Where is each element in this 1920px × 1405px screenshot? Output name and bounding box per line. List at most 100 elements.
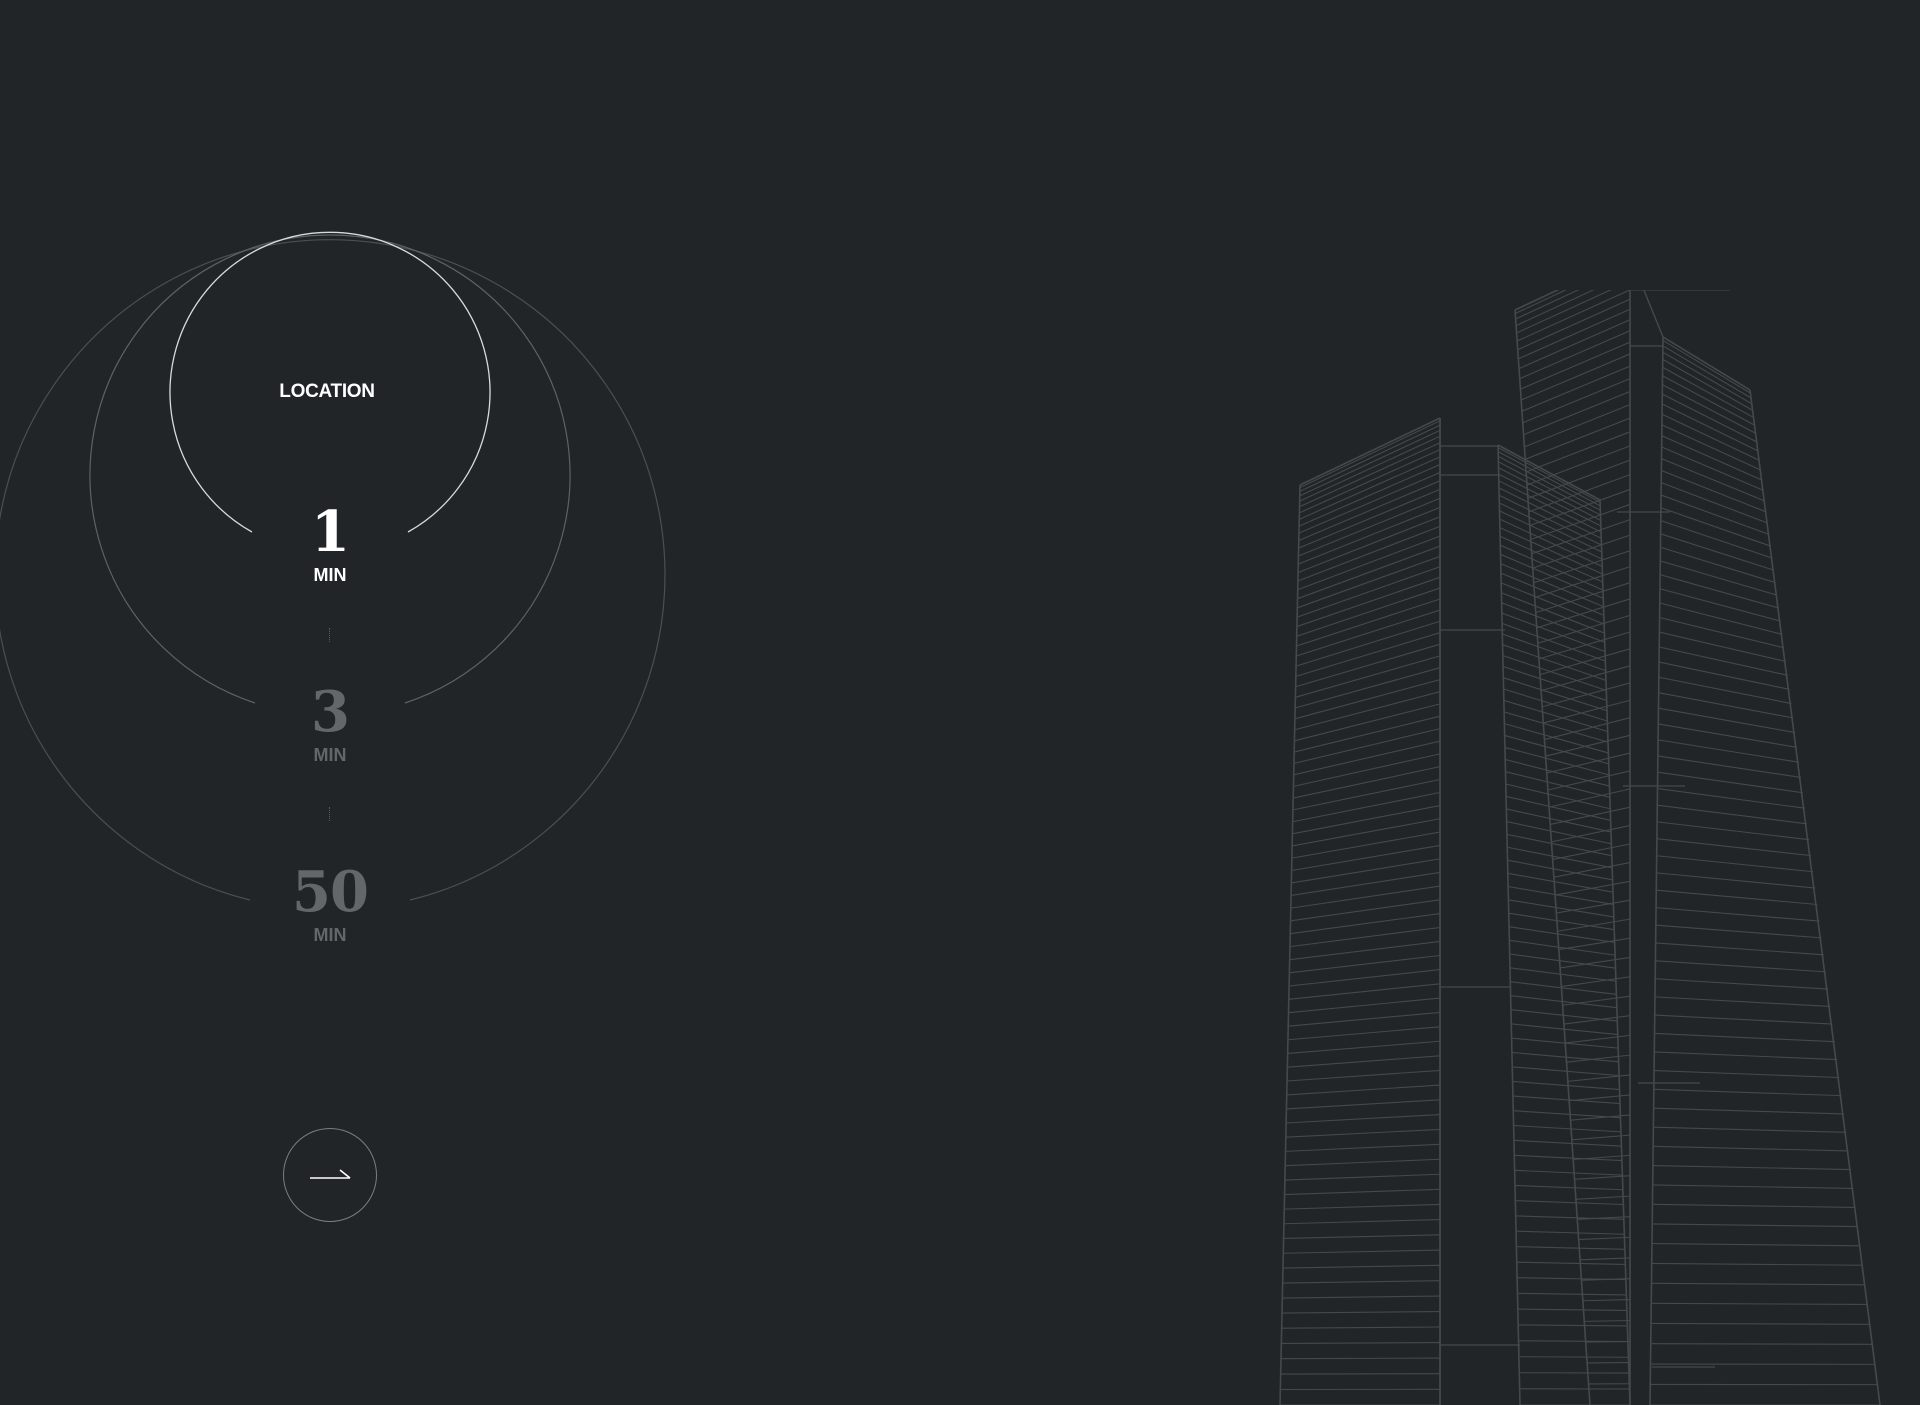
distance-rings <box>0 231 666 901</box>
tower-line <box>1286 1114 1441 1124</box>
tower-line <box>1662 336 1751 391</box>
tower-line <box>1563 1015 1631 1025</box>
tower-line <box>1287 1040 1441 1054</box>
tower-line <box>1506 833 1613 857</box>
tower-line <box>1655 942 1824 956</box>
tower-line <box>1538 631 1631 660</box>
tower-line <box>1292 778 1441 811</box>
tower-line <box>1281 1357 1441 1360</box>
travel-time-1[interactable]: 1 MIN <box>250 502 410 586</box>
tower-line <box>1662 351 1753 405</box>
tower-line <box>1660 494 1770 536</box>
tower-line <box>1661 482 1768 524</box>
tower-line <box>1517 1277 1627 1281</box>
tower-line <box>1656 855 1814 873</box>
tower-line <box>1290 885 1441 909</box>
tower-line <box>1294 703 1441 742</box>
tower-line <box>1292 818 1441 847</box>
tower-line <box>1279 484 1301 1405</box>
tower-line <box>1516 290 1631 342</box>
tower-line <box>1520 341 1631 390</box>
tower-line <box>1288 997 1441 1014</box>
tower-line <box>1569 1094 1631 1102</box>
tower-line <box>1497 444 1601 501</box>
tower-line <box>1504 734 1610 765</box>
tower-line <box>1658 707 1796 734</box>
tower-line <box>1291 844 1441 872</box>
tower-line <box>1501 592 1605 634</box>
tower-line <box>1505 771 1611 798</box>
travel-time-unit: MIN <box>313 745 347 765</box>
tower-line <box>1284 1203 1441 1210</box>
tower-line <box>1658 661 1790 690</box>
travel-time-50[interactable]: 50 MIN <box>250 862 410 946</box>
tower-line <box>1660 507 1771 547</box>
tower-line <box>1298 464 1441 527</box>
tower-line <box>1288 1011 1441 1027</box>
tower-line <box>1659 646 1788 676</box>
tower-line <box>1553 862 1631 878</box>
tower-line <box>1643 290 1664 338</box>
tower-line <box>1656 872 1816 889</box>
tower-line <box>1283 1219 1441 1225</box>
tower-line <box>1500 563 1604 608</box>
tower-line <box>1507 859 1614 881</box>
location-label: LOCATION <box>279 381 375 402</box>
tower-line <box>1537 614 1631 644</box>
tower-line <box>1516 1230 1625 1235</box>
tower-line <box>1517 1292 1627 1296</box>
tower-line <box>1293 766 1441 799</box>
tower-line <box>1286 1084 1441 1096</box>
tower-line <box>1524 404 1631 448</box>
tower-line <box>1281 1326 1441 1329</box>
tower-line <box>1286 1099 1441 1110</box>
tower-line <box>1523 390 1631 436</box>
tower-line <box>1505 758 1610 787</box>
tower-line <box>1516 1246 1626 1250</box>
tower-line <box>1518 1324 1628 1327</box>
tower-line <box>1525 417 1631 460</box>
tower-line <box>1514 1169 1623 1176</box>
tower-line <box>1651 1243 1861 1247</box>
tower-line <box>1295 655 1441 698</box>
next-button[interactable] <box>283 1128 377 1222</box>
tower-line <box>1657 821 1810 841</box>
tower-line <box>1299 429 1441 497</box>
tower-line <box>1510 981 1617 995</box>
travel-time-unit: MIN <box>313 925 347 945</box>
tower-line <box>1519 330 1631 380</box>
tower-line <box>1513 1124 1622 1133</box>
tower-line <box>1659 602 1783 635</box>
tower-line <box>1287 1026 1441 1041</box>
tower-line <box>1289 969 1441 987</box>
tower-line <box>1652 1184 1854 1189</box>
travel-time-value: 3 <box>311 679 350 745</box>
tower-line <box>1566 1054 1631 1063</box>
tower-line <box>1513 1139 1622 1147</box>
tower-line <box>1515 290 1595 327</box>
divider-dots <box>329 807 332 821</box>
tower-line <box>1655 960 1826 973</box>
tower-line <box>1294 679 1441 720</box>
tower-line <box>1533 550 1631 584</box>
tower-line <box>1282 1264 1441 1269</box>
tower-line <box>1582 1299 1631 1302</box>
tower-line <box>1509 953 1616 969</box>
travel-time-3[interactable]: 3 MIN <box>250 682 410 766</box>
tower-line <box>1500 572 1605 616</box>
tower-line <box>1522 378 1631 424</box>
tower-line <box>1546 752 1631 774</box>
tower-line <box>1659 588 1781 622</box>
tower-line <box>1501 622 1606 662</box>
divider-dots <box>329 628 332 642</box>
tower-line <box>1505 795 1612 821</box>
tower-line <box>1295 643 1441 688</box>
tower-line <box>1281 1310 1441 1314</box>
tower-line <box>1298 506 1441 565</box>
tower-line <box>1653 1088 1842 1097</box>
tower-line <box>1659 631 1787 663</box>
tower-line <box>1296 566 1441 618</box>
tower-line <box>1562 995 1631 1006</box>
tower-line <box>1502 633 1607 672</box>
tower-line <box>1512 1080 1620 1091</box>
